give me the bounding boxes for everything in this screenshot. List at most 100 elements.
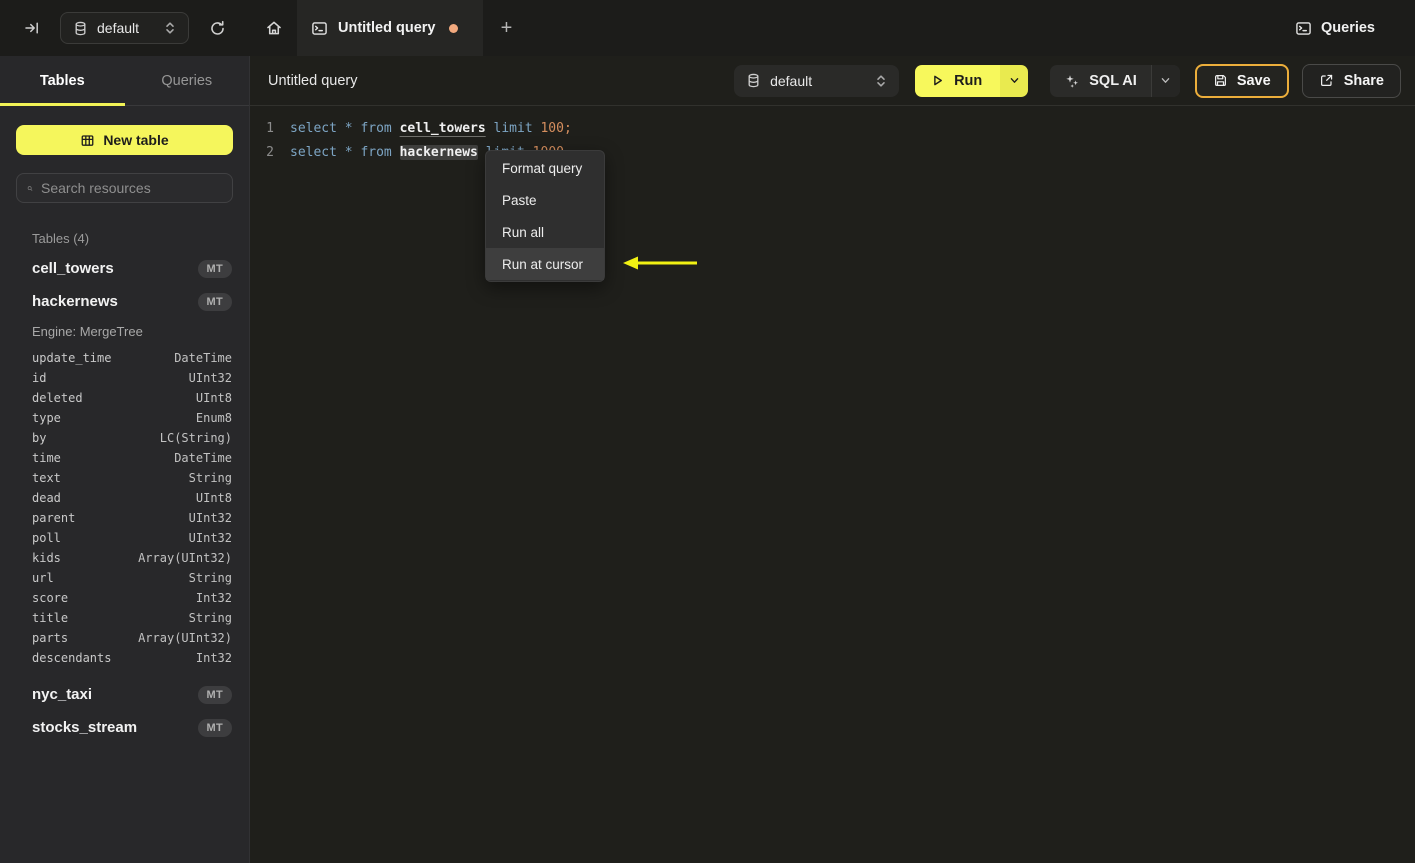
sidebar: Tables Queries New table Tables (4) cell… bbox=[0, 56, 250, 863]
sparkles-icon bbox=[1066, 74, 1079, 88]
sidebar-content: New table Tables (4) cell_towersMThacker… bbox=[0, 106, 249, 744]
sidebar-tab-queries[interactable]: Queries bbox=[125, 56, 250, 105]
column-type: DateTime bbox=[174, 451, 232, 465]
code-token: limit bbox=[493, 120, 533, 136]
column-row-text: text String bbox=[16, 468, 233, 488]
column-name: id bbox=[32, 371, 47, 385]
column-type: LC(String) bbox=[159, 431, 232, 445]
refresh-button[interactable] bbox=[203, 14, 231, 42]
queries-button-label: Queries bbox=[1321, 20, 1375, 36]
refresh-icon bbox=[210, 20, 224, 35]
column-type: UInt32 bbox=[188, 511, 232, 525]
menu-item-run-at-cursor[interactable]: Run at cursor bbox=[486, 248, 604, 280]
column-row-update_time: update_time DateTime bbox=[16, 348, 233, 368]
share-button-label: Share bbox=[1343, 72, 1384, 89]
search-icon bbox=[27, 185, 33, 191]
sidebar-tabs: Tables Queries bbox=[0, 56, 249, 106]
column-row-kids: kids Array(UInt32) bbox=[16, 548, 233, 568]
top-bar: default Untitled query + Queries bbox=[0, 0, 1415, 56]
column-row-title: title String bbox=[16, 608, 233, 628]
column-name: score bbox=[32, 591, 69, 605]
editor-header-controls: default Run SQL AI Save Share bbox=[734, 63, 1401, 98]
column-name: dead bbox=[32, 491, 61, 505]
code-token: hackernews bbox=[399, 144, 478, 160]
save-button[interactable]: Save bbox=[1194, 63, 1289, 98]
column-row-parts: parts Array(UInt32) bbox=[16, 628, 233, 648]
run-button-group: Run bbox=[915, 64, 1029, 97]
search-box bbox=[16, 173, 233, 203]
column-row-dead: dead UInt8 bbox=[16, 488, 233, 508]
sql-ai-options-button[interactable] bbox=[1150, 64, 1180, 97]
table-name: nyc_taxi bbox=[32, 686, 93, 703]
code-area: 1 select * from cell_towers limit 100; 2 se… bbox=[250, 106, 1415, 164]
column-name: poll bbox=[32, 531, 61, 545]
engine-badge: MT bbox=[197, 718, 232, 737]
new-table-label: New table bbox=[103, 132, 169, 148]
engine-badge: MT bbox=[197, 685, 232, 704]
code-token: from bbox=[360, 144, 392, 160]
editor-database-value: default bbox=[770, 72, 813, 89]
code-text[interactable]: select * from cell_towers limit 100; bbox=[290, 121, 572, 136]
column-row-type: type Enum8 bbox=[16, 408, 233, 428]
unsaved-changes-dot bbox=[449, 23, 459, 33]
editor-body[interactable]: 1 select * from cell_towers limit 100; 2 se… bbox=[250, 106, 1415, 863]
tab-untitled-query[interactable]: Untitled query bbox=[297, 0, 483, 56]
chevron-down-icon bbox=[1010, 78, 1019, 83]
column-name: kids bbox=[32, 551, 61, 565]
context-menu: Format query Paste Run all Run at cursor bbox=[485, 150, 605, 282]
tab-strip: Untitled query + bbox=[250, 0, 530, 56]
search-input[interactable] bbox=[41, 180, 222, 196]
editor-header: Untitled query default Run SQL AI Save S… bbox=[250, 56, 1415, 106]
editor-panel: Untitled query default Run SQL AI Save S… bbox=[250, 56, 1415, 863]
table-row-nyc_taxi[interactable]: nyc_taxi MT bbox=[16, 678, 233, 711]
code-token: * bbox=[344, 120, 353, 136]
database-select[interactable]: default bbox=[60, 12, 189, 44]
sql-ai-button[interactable]: SQL AI bbox=[1050, 65, 1151, 97]
column-row-url: url String bbox=[16, 568, 233, 588]
collapse-sidebar-button[interactable] bbox=[18, 14, 46, 42]
share-button[interactable]: Share bbox=[1301, 63, 1401, 98]
line-number: 2 bbox=[266, 144, 274, 160]
column-type: String bbox=[188, 471, 232, 485]
save-button-label: Save bbox=[1236, 72, 1271, 89]
database-icon bbox=[75, 21, 86, 35]
editor-database-select[interactable]: default bbox=[734, 64, 900, 97]
table-name: cell_towers bbox=[32, 260, 114, 277]
column-row-time: time DateTime bbox=[16, 448, 233, 468]
run-button-label: Run bbox=[954, 72, 983, 89]
table-engine-label: Engine: MergeTree bbox=[32, 323, 143, 339]
menu-item-paste[interactable]: Paste bbox=[486, 184, 604, 216]
sidebar-tab-tables[interactable]: Tables bbox=[0, 56, 125, 106]
engine-badge: MT bbox=[197, 292, 232, 311]
column-type: DateTime bbox=[174, 351, 232, 365]
new-tab-button[interactable]: + bbox=[483, 0, 530, 56]
column-name: descendants bbox=[32, 651, 112, 665]
column-name: deleted bbox=[32, 391, 83, 405]
home-button[interactable] bbox=[250, 0, 297, 56]
column-row-poll: poll UInt32 bbox=[16, 528, 233, 548]
menu-item-run-all[interactable]: Run all bbox=[486, 216, 604, 248]
column-type: Int32 bbox=[195, 591, 232, 605]
menu-item-format-query[interactable]: Format query bbox=[486, 152, 604, 184]
new-table-button[interactable]: New table bbox=[16, 125, 233, 155]
share-icon bbox=[1320, 74, 1332, 86]
run-options-button[interactable] bbox=[1000, 64, 1029, 97]
column-type: Enum8 bbox=[195, 411, 232, 425]
code-token: from bbox=[360, 120, 392, 136]
table-row-cell_towers[interactable]: cell_towers MT bbox=[16, 252, 233, 285]
column-row-by: by LC(String) bbox=[16, 428, 233, 448]
terminal-icon bbox=[1296, 21, 1311, 35]
table-row-hackernews[interactable]: hackernews MT bbox=[16, 285, 233, 318]
queries-button[interactable]: Queries bbox=[1295, 0, 1375, 56]
column-row-id: id UInt32 bbox=[16, 368, 233, 388]
code-line-2: 2select * from hackernews limit 1000 bbox=[250, 140, 1415, 164]
column-row-score: score Int32 bbox=[16, 588, 233, 608]
column-name: time bbox=[32, 451, 61, 465]
run-button[interactable]: Run bbox=[915, 64, 1001, 97]
code-line-1: 1 select * from cell_towers limit 100; bbox=[250, 116, 1415, 140]
table-row-stocks_stream[interactable]: stocks_stream MT bbox=[16, 711, 233, 744]
sql-ai-button-group: SQL AI bbox=[1050, 64, 1180, 97]
